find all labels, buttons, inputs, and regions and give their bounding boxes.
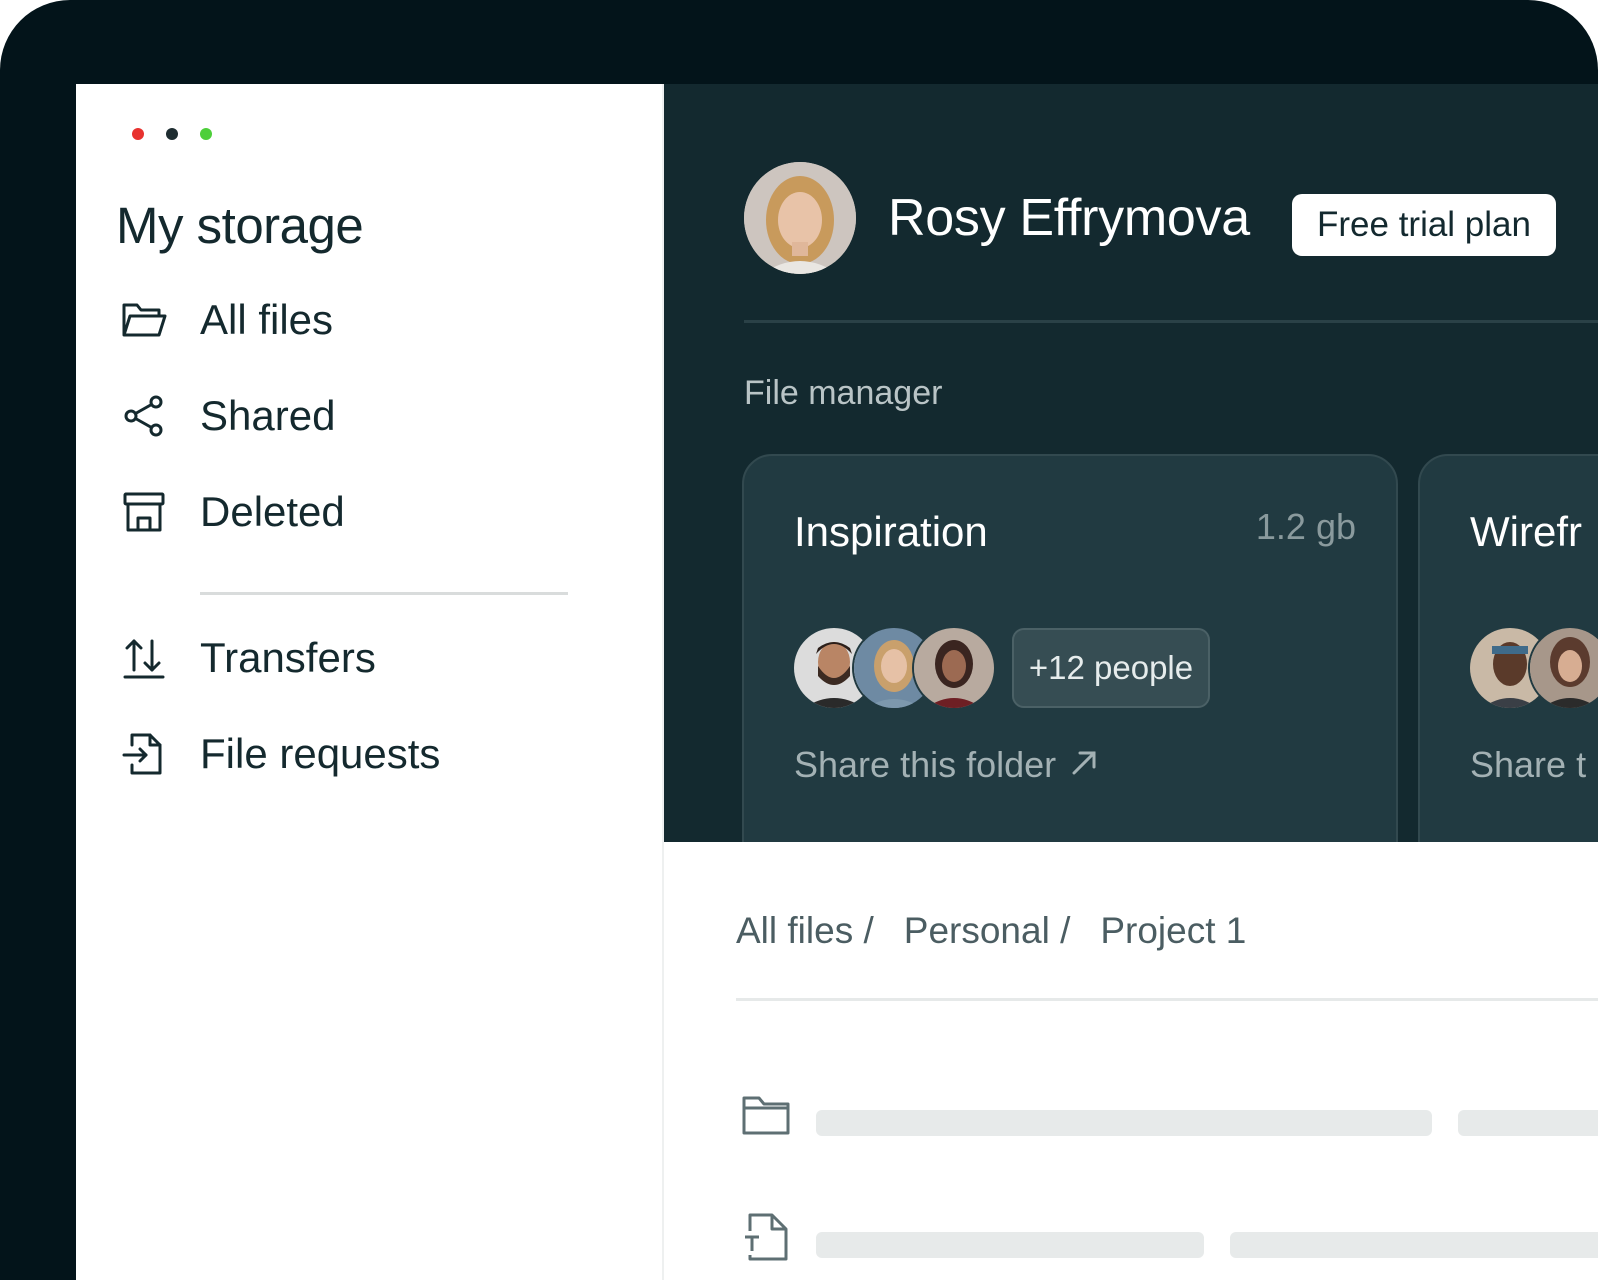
content-divider <box>736 998 1598 1001</box>
file-browser: All files / Personal / Project 1 <box>664 842 1598 1280</box>
share-folder-link[interactable]: Share this folder <box>794 744 1098 786</box>
header-divider <box>744 320 1598 323</box>
sidebar-item-transfers[interactable]: Transfers <box>120 628 376 688</box>
user-name: Rosy Effrymova <box>888 189 1250 247</box>
file-name-placeholder <box>816 1110 1432 1136</box>
share-folder-label: Share this folder <box>794 744 1057 785</box>
people-count-badge[interactable]: +12 people <box>1012 628 1210 708</box>
window-minimize-dot[interactable] <box>166 128 178 140</box>
folder-title: Inspiration <box>794 508 988 555</box>
sidebar-item-file-requests[interactable]: File requests <box>120 724 440 784</box>
sidebar-title: My storage <box>116 197 364 254</box>
device-frame: My storage All files Shared Deleted Tran… <box>0 0 1598 1280</box>
window-maximize-dot[interactable] <box>200 128 212 140</box>
file-meta-placeholder <box>1230 1232 1598 1258</box>
member-avatars <box>1468 626 1598 710</box>
file-name-placeholder <box>816 1232 1204 1258</box>
section-label: File manager <box>744 374 943 412</box>
profile-panel: Rosy Effrymova Free trial plan File mana… <box>664 84 1598 842</box>
sidebar-item-label: Transfers <box>200 634 376 681</box>
text-file-icon <box>736 1207 796 1267</box>
share-icon <box>120 392 168 440</box>
sidebar-item-label: All files <box>200 296 334 343</box>
breadcrumb-project-1[interactable]: Project 1 <box>1100 910 1246 952</box>
breadcrumb-all-files[interactable]: All files / <box>736 910 874 952</box>
sidebar-item-all-files[interactable]: All files <box>120 290 333 350</box>
sidebar: My storage All files Shared Deleted Tran… <box>76 84 664 1280</box>
sidebar-item-shared[interactable]: Shared <box>120 386 335 446</box>
file-row[interactable] <box>736 1202 796 1272</box>
sidebar-item-label: Shared <box>200 392 336 439</box>
folder-title: Wirefr <box>1470 508 1582 555</box>
member-avatars <box>792 626 996 710</box>
sidebar-item-deleted[interactable]: Deleted <box>120 482 345 542</box>
window-controls <box>132 128 212 140</box>
breadcrumb: All files / Personal / Project 1 <box>736 910 1246 952</box>
share-folder-link[interactable]: Share t <box>1470 744 1586 786</box>
member-avatar <box>912 626 996 710</box>
transfer-arrows-icon <box>120 634 168 682</box>
file-row[interactable] <box>736 1080 796 1150</box>
plan-badge[interactable]: Free trial plan <box>1292 194 1556 256</box>
sidebar-divider <box>200 592 568 595</box>
share-folder-label: Share t <box>1470 744 1587 785</box>
breadcrumb-personal[interactable]: Personal / <box>904 910 1071 952</box>
archive-icon <box>120 488 168 536</box>
sidebar-item-label: File requests <box>200 730 441 777</box>
folder-card-inspiration[interactable]: Inspiration 1.2 gb +12 people Share this… <box>742 454 1398 842</box>
folder-open-icon <box>120 296 168 344</box>
user-avatar[interactable] <box>744 162 856 274</box>
app-window: My storage All files Shared Deleted Tran… <box>76 84 1598 1280</box>
sidebar-item-label: Deleted <box>200 488 345 535</box>
arrow-up-right-icon <box>1070 744 1098 786</box>
file-meta-placeholder <box>1458 1110 1598 1136</box>
folder-card-wireframes[interactable]: Wirefr Share t <box>1418 454 1598 842</box>
window-close-dot[interactable] <box>132 128 144 140</box>
file-import-icon <box>120 730 168 778</box>
folder-icon <box>736 1085 796 1145</box>
folder-size: 1.2 gb <box>1255 506 1356 547</box>
